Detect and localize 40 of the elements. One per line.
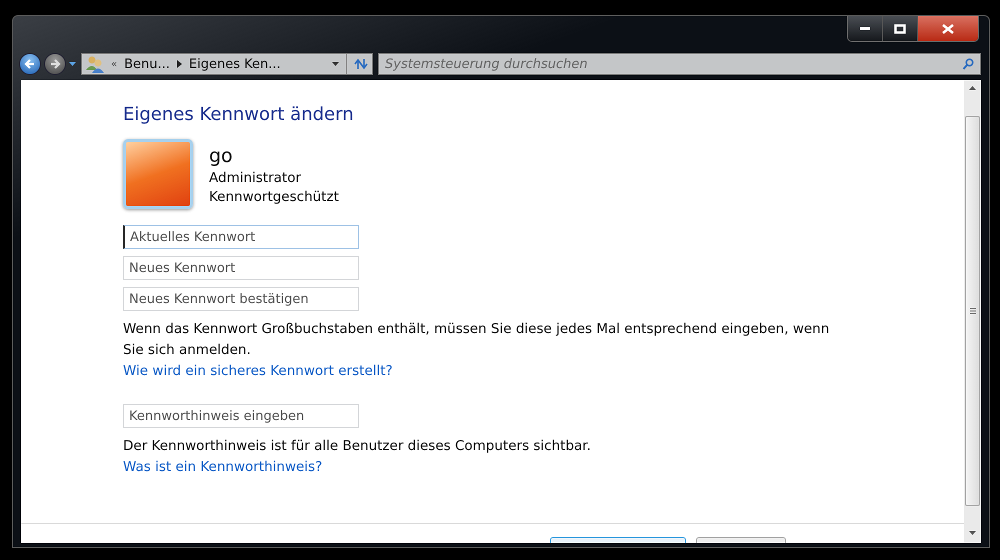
back-arrow-icon <box>24 58 36 70</box>
scroll-up-icon[interactable] <box>969 86 976 90</box>
back-button[interactable] <box>19 53 41 75</box>
minimize-button[interactable] <box>848 16 883 41</box>
scroll-down-icon[interactable] <box>969 531 976 535</box>
maximize-button[interactable] <box>883 16 918 41</box>
maximize-icon <box>894 24 906 34</box>
refresh-icon[interactable] <box>354 58 368 70</box>
search-icon <box>962 58 974 70</box>
close-button[interactable] <box>918 16 978 41</box>
breadcrumb-overflow[interactable]: « <box>111 58 118 70</box>
search-field[interactable]: Systemsteuerung durchsuchen <box>378 53 981 75</box>
grip-icon <box>970 308 976 314</box>
breadcrumb-item[interactable]: Benu... <box>124 56 170 72</box>
address-bar[interactable]: « Benu... Eigenes Ken... <box>81 53 373 75</box>
help-link[interactable]: Wie wird ein sicheres Kennwort erstellt? <box>123 361 393 382</box>
help-link[interactable]: Was ist ein Kennworthinweis? <box>123 457 322 478</box>
password-field[interactable]: Neues Kennwort <box>123 256 359 280</box>
user-role: Administrator <box>209 170 302 186</box>
user-status: Kennwortgeschützt <box>209 189 339 205</box>
close-icon <box>942 24 954 34</box>
forward-arrow-icon <box>49 58 61 70</box>
password-field[interactable]: Neues Kennwort bestätigen <box>123 287 359 311</box>
forward-button[interactable] <box>44 53 66 75</box>
page-heading: Eigenes Kennwort ändern <box>123 104 354 125</box>
dialog-button[interactable] <box>550 537 686 543</box>
dropdown-caret-icon[interactable] <box>332 62 339 66</box>
photo-placeholder <box>123 139 193 209</box>
minimize-icon <box>859 26 871 31</box>
user-name: go <box>209 145 234 167</box>
history-dropdown-icon[interactable] <box>69 62 76 66</box>
hint-note: Der Kennworthinweis ist für alle Benutzer dieses Computers sichtbar. <box>123 437 592 456</box>
users-icon <box>86 55 104 73</box>
scrollbar-thumb[interactable] <box>965 116 980 506</box>
uppercase-note: Wenn das Kennwort Großbuchstaben enthält, müssen Sie diese jedes Mal entsprechend eingeben, wenn Sie sich anmelden. <box>123 320 830 360</box>
breadcrumb-item[interactable]: Eigenes Ken... <box>188 56 281 72</box>
scrollbar[interactable] <box>964 80 981 543</box>
breadcrumb-separator-icon <box>176 60 182 68</box>
hint-field[interactable]: Kennworthinweis eingeben <box>123 404 359 428</box>
password-field[interactable]: Aktuelles Kennwort <box>123 225 359 249</box>
